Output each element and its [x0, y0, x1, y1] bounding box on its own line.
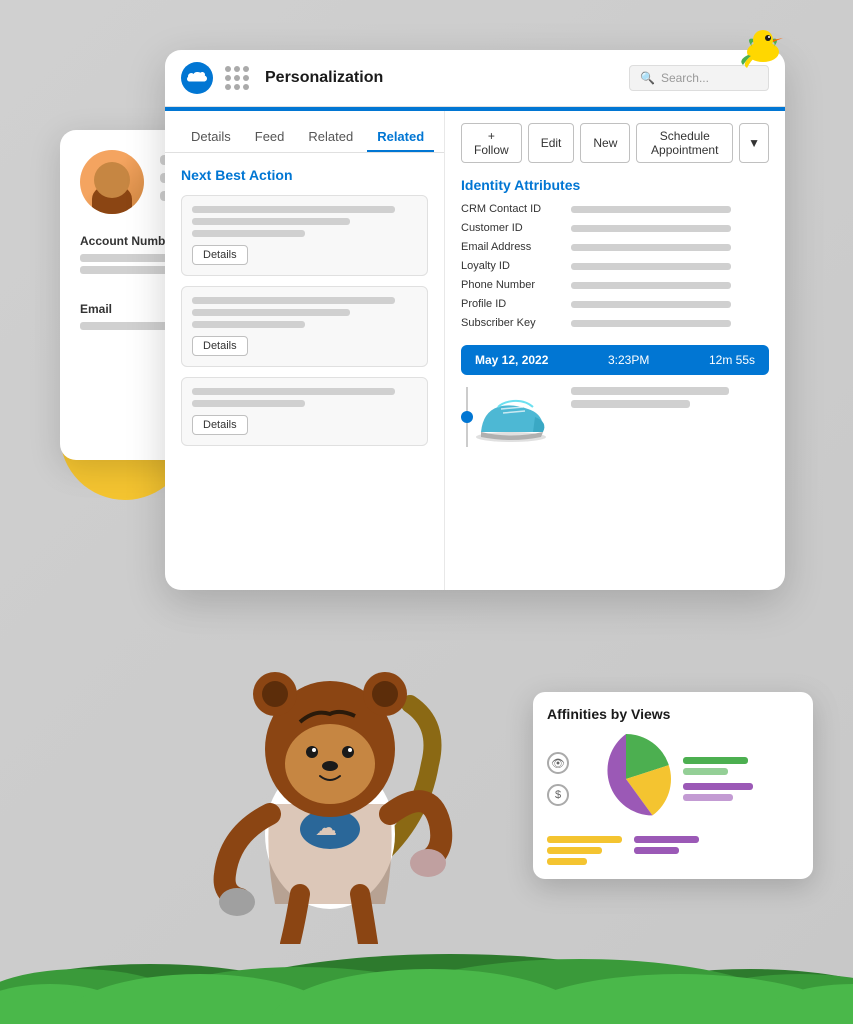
- customer-id-row: Customer ID: [461, 222, 769, 234]
- pie-chart: [581, 734, 671, 824]
- follow-button[interactable]: + Follow: [461, 123, 522, 163]
- affinities-icons: 👁 $: [547, 752, 569, 806]
- nba-title: Next Best Action: [181, 167, 428, 183]
- profile-id-label: Profile ID: [461, 298, 561, 310]
- email-address-label: Email Address: [461, 241, 561, 253]
- salesforce-panel: Personalization 🔍 Search... Details Feed…: [165, 50, 785, 590]
- sf-body: Details Feed Related Related Next Best A…: [165, 111, 785, 590]
- loyalty-id-label: Loyalty ID: [461, 260, 561, 272]
- dollar-icon: $: [547, 784, 569, 806]
- email-address-row: Email Address: [461, 241, 769, 253]
- search-placeholder: Search...: [661, 71, 709, 85]
- nba-card-2: Details: [181, 286, 428, 367]
- sf-right-panel: + Follow Edit New Schedule Appointment ▼…: [445, 111, 785, 590]
- loyalty-id-row: Loyalty ID: [461, 260, 769, 272]
- phone-number-label: Phone Number: [461, 279, 561, 291]
- nba-details-btn-3[interactable]: Details: [192, 415, 248, 435]
- dropdown-button[interactable]: ▼: [739, 123, 769, 163]
- edit-button[interactable]: Edit: [528, 123, 575, 163]
- subscriber-key-row: Subscriber Key: [461, 317, 769, 329]
- product-shoe-image: [473, 387, 553, 447]
- sf-header: Personalization 🔍 Search...: [165, 50, 785, 107]
- timeline-date: May 12, 2022: [475, 353, 548, 367]
- sf-left-panel: Details Feed Related Related Next Best A…: [165, 111, 445, 590]
- yellow-bars: [547, 836, 622, 865]
- customer-id-label: Customer ID: [461, 222, 561, 234]
- affinities-body: 👁 $: [547, 734, 799, 824]
- app-title: Personalization: [265, 69, 617, 87]
- affinities-title: Affinities by Views: [547, 706, 799, 722]
- affinities-card: Affinities by Views 👁 $: [533, 692, 813, 879]
- apps-grid-icon[interactable]: [225, 66, 249, 90]
- profile-id-row: Profile ID: [461, 298, 769, 310]
- bird-decoration: [733, 20, 793, 75]
- action-bar: + Follow Edit New Schedule Appointment ▼: [461, 123, 769, 163]
- salesforce-logo: [181, 62, 213, 94]
- identity-title: Identity Attributes: [461, 177, 769, 193]
- crm-contact-label: CRM Contact ID: [461, 203, 561, 215]
- identity-fields: CRM Contact ID Customer ID Email Address…: [461, 203, 769, 329]
- phone-number-row: Phone Number: [461, 279, 769, 291]
- purple-bars: [634, 836, 699, 865]
- timeline-duration: 12m 55s: [709, 353, 755, 367]
- nba-section: Next Best Action Details Deta: [165, 153, 444, 470]
- legend-purple: [683, 783, 799, 801]
- affinities-bottom-bars: [547, 836, 799, 865]
- avatar: [80, 150, 144, 214]
- tab-details[interactable]: Details: [181, 123, 241, 152]
- nba-details-btn-1[interactable]: Details: [192, 245, 248, 265]
- timeline-content: [461, 387, 769, 447]
- tab-related-1[interactable]: Related: [298, 123, 363, 152]
- schedule-button[interactable]: Schedule Appointment: [636, 123, 733, 163]
- new-button[interactable]: New: [580, 123, 630, 163]
- eye-icon: 👁: [547, 752, 569, 774]
- tab-feed[interactable]: Feed: [245, 123, 295, 152]
- legend-green: [683, 757, 799, 775]
- timeline-bar: May 12, 2022 3:23PM 12m 55s: [461, 345, 769, 375]
- subscriber-key-label: Subscriber Key: [461, 317, 561, 329]
- nba-details-btn-2[interactable]: Details: [192, 336, 248, 356]
- affinities-legend: [683, 757, 799, 801]
- tabs-nav: Details Feed Related Related: [165, 111, 444, 153]
- identity-section: Identity Attributes CRM Contact ID Custo…: [461, 177, 769, 329]
- nba-card-1: Details: [181, 195, 428, 276]
- nba-card-3: Details: [181, 377, 428, 446]
- timeline-dot: [461, 411, 473, 423]
- timeline-description: [563, 387, 769, 413]
- crm-contact-row: CRM Contact ID: [461, 203, 769, 215]
- tab-related-2[interactable]: Related: [367, 123, 434, 152]
- timeline-time: 3:23PM: [608, 353, 649, 367]
- search-icon: 🔍: [640, 71, 655, 85]
